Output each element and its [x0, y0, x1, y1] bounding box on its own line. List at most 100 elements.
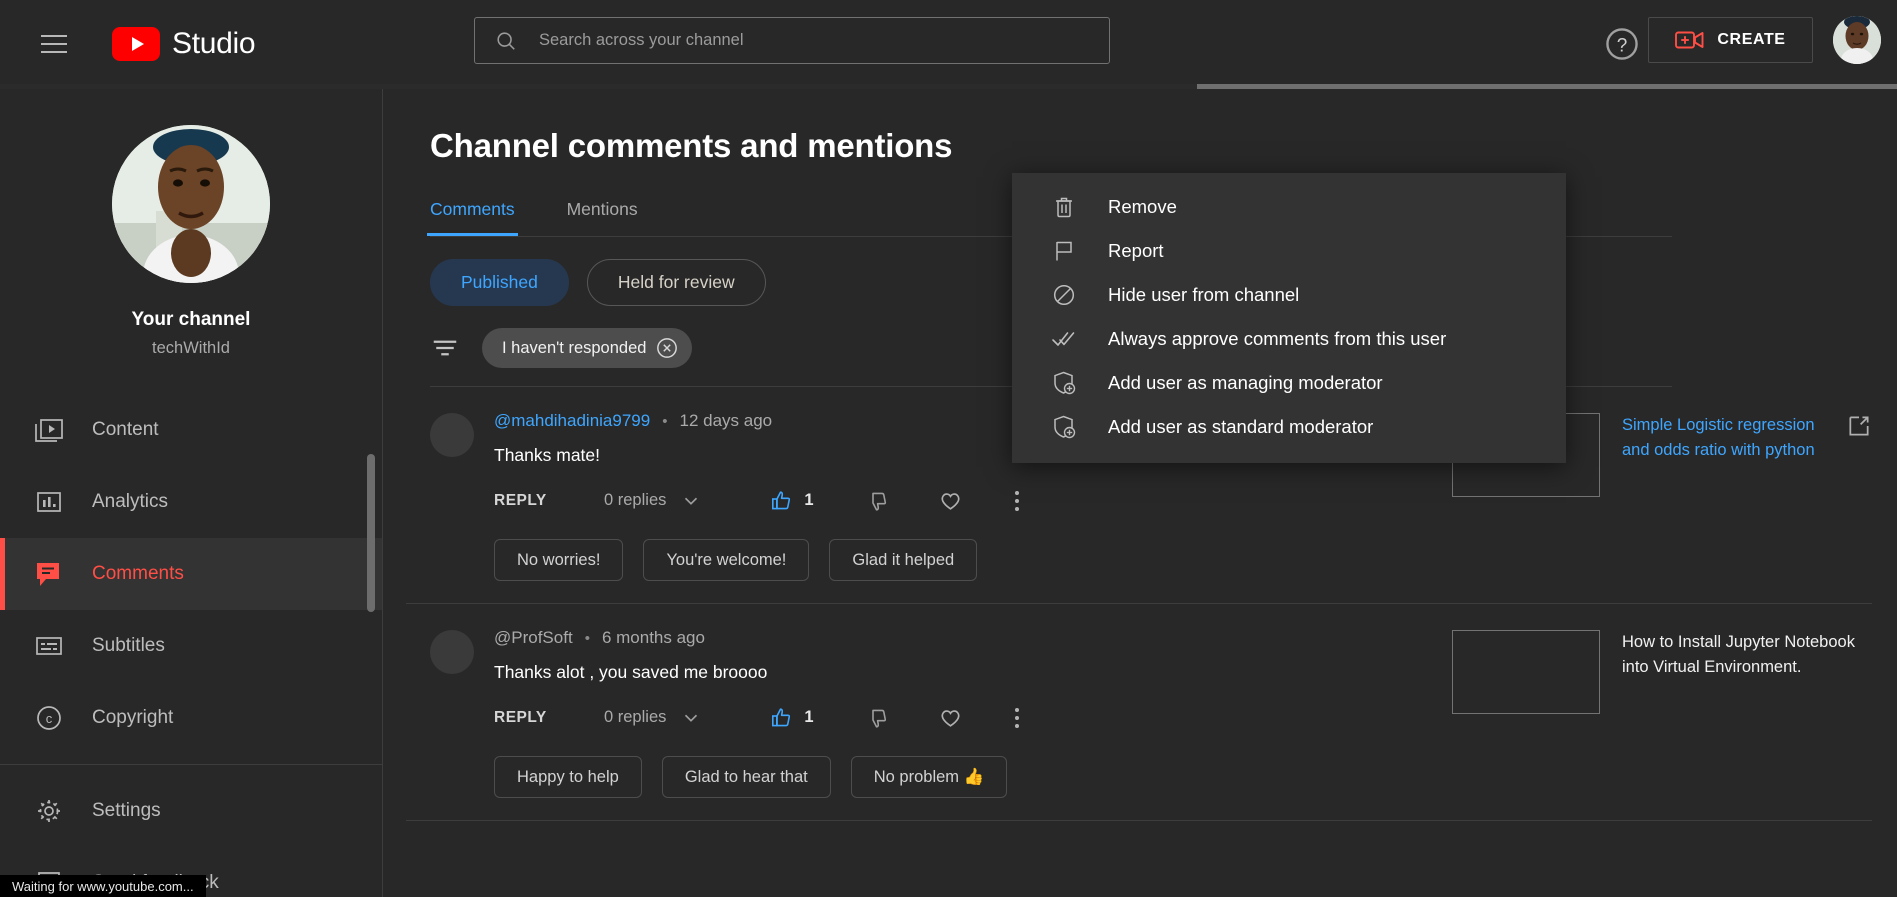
- trash-icon: [1050, 193, 1078, 221]
- thumbs-down-icon[interactable]: [866, 489, 890, 513]
- avatar[interactable]: [1833, 16, 1881, 64]
- sidebar-item-settings[interactable]: Settings: [0, 775, 382, 847]
- thumbs-up-icon: [770, 706, 794, 730]
- sidebar-nav: Content Analytics Comment: [0, 394, 382, 897]
- flag-icon: [1050, 237, 1078, 265]
- youtube-play-icon: [112, 27, 160, 61]
- sidebar-item-copyright[interactable]: c Copyright: [0, 682, 382, 754]
- menu-item-report[interactable]: Report: [1012, 229, 1566, 273]
- avatar-image: [1833, 16, 1881, 64]
- sidebar-item-content[interactable]: Content: [0, 394, 382, 466]
- quick-reply-suggestions: Happy to help Glad to hear that No probl…: [494, 756, 1452, 798]
- quick-reply-suggestions: No worries! You're welcome! Glad it help…: [494, 539, 1452, 581]
- video-title[interactable]: Simple Logistic regression and odds rati…: [1622, 413, 1836, 581]
- hamburger-icon[interactable]: [34, 24, 74, 64]
- menu-item-always-approve-comments[interactable]: Always approve comments from this user: [1012, 317, 1566, 361]
- filter-chip-not-responded[interactable]: I haven't responded: [482, 328, 692, 368]
- sidebar-item-label: Content: [92, 419, 159, 441]
- search-input[interactable]: [539, 31, 1097, 50]
- reply-button[interactable]: REPLY: [494, 709, 604, 727]
- menu-item-label: Add user as standard moderator: [1108, 416, 1373, 438]
- chip-published[interactable]: Published: [430, 259, 569, 306]
- svg-text:?: ?: [1617, 35, 1628, 56]
- commenter-name[interactable]: @mahdihadinia9799: [494, 411, 650, 431]
- open-in-new-icon[interactable]: [1846, 413, 1872, 439]
- sidebar-item-label: Subtitles: [92, 635, 165, 657]
- copyright-icon: c: [28, 697, 70, 739]
- comment-timestamp: 6 months ago: [602, 628, 705, 648]
- reply-button[interactable]: REPLY: [494, 492, 604, 510]
- sidebar-item-label: Copyright: [92, 707, 173, 729]
- replies-count[interactable]: 0 replies: [604, 708, 666, 727]
- studio-logo[interactable]: Studio: [112, 27, 255, 61]
- suggestion-chip[interactable]: Happy to help: [494, 756, 642, 798]
- like-count: 1: [804, 491, 813, 510]
- sidebar-item-label: Settings: [92, 800, 161, 822]
- commenter-avatar[interactable]: [430, 630, 474, 674]
- commenter-avatar[interactable]: [430, 413, 474, 457]
- search-bar[interactable]: [474, 17, 1110, 64]
- replies-count[interactable]: 0 replies: [604, 491, 666, 510]
- page-title: Channel comments and mentions: [430, 127, 1897, 165]
- comments-icon: [28, 553, 70, 595]
- video-title[interactable]: How to Install Jupyter Notebook into Vir…: [1622, 630, 1872, 798]
- menu-item-label: Always approve comments from this user: [1108, 328, 1446, 350]
- shield-plus-icon: [1050, 369, 1078, 397]
- heart-icon[interactable]: [938, 705, 963, 730]
- menu-item-label: Remove: [1108, 196, 1177, 218]
- separator-dot: •: [662, 413, 667, 430]
- comment-text: Thanks alot , you saved me broooo: [494, 662, 1452, 683]
- sidebar-scrollbar[interactable]: [367, 454, 375, 612]
- separator-dot: •: [585, 630, 590, 647]
- shield-plus-icon: [1050, 413, 1078, 441]
- like-button[interactable]: 1: [770, 706, 813, 730]
- menu-item-add-standard-moderator[interactable]: Add user as standard moderator: [1012, 405, 1566, 449]
- menu-item-remove[interactable]: Remove: [1012, 185, 1566, 229]
- video-plus-icon: [1675, 28, 1705, 52]
- menu-item-add-managing-moderator[interactable]: Add user as managing moderator: [1012, 361, 1566, 405]
- chevron-down-icon[interactable]: [680, 707, 702, 729]
- suggestion-chip[interactable]: Glad it helped: [829, 539, 977, 581]
- table-row: @ProfSoft • 6 months ago Thanks alot , y…: [406, 604, 1872, 821]
- video-thumbnail[interactable]: [1452, 630, 1600, 714]
- filter-icon[interactable]: [430, 333, 460, 363]
- tab-mentions[interactable]: Mentions: [567, 199, 638, 236]
- like-button[interactable]: 1: [770, 489, 813, 513]
- comment-body: @ProfSoft • 6 months ago Thanks alot , y…: [494, 628, 1452, 798]
- channel-handle: techWithId: [0, 339, 382, 358]
- commenter-name[interactable]: @ProfSoft: [494, 628, 573, 648]
- channel-avatar-image: [112, 125, 270, 283]
- thumbs-down-icon[interactable]: [866, 706, 890, 730]
- channel-summary: Your channel techWithId: [0, 89, 382, 358]
- chip-held-for-review[interactable]: Held for review: [587, 259, 766, 306]
- search-icon: [495, 30, 517, 52]
- sidebar-item-comments[interactable]: Comments: [0, 538, 382, 610]
- create-button[interactable]: CREATE: [1648, 17, 1813, 63]
- comment-options-menu-button[interactable]: [1015, 708, 1019, 728]
- analytics-icon: [28, 481, 70, 523]
- sidebar: Your channel techWithId Content: [0, 89, 383, 897]
- menu-item-hide-user-from-channel[interactable]: Hide user from channel: [1012, 273, 1566, 317]
- filter-chip-label: I haven't responded: [502, 339, 646, 358]
- comment-header: @ProfSoft • 6 months ago: [494, 628, 1452, 648]
- close-circle-icon[interactable]: [656, 337, 678, 359]
- gear-icon: [28, 790, 70, 832]
- sidebar-item-subtitles[interactable]: Subtitles: [0, 610, 382, 682]
- channel-name: Your channel: [0, 309, 382, 331]
- channel-avatar[interactable]: [112, 125, 270, 283]
- menu-item-label: Hide user from channel: [1108, 284, 1299, 306]
- suggestion-chip[interactable]: Glad to hear that: [662, 756, 831, 798]
- comment-timestamp: 12 days ago: [679, 411, 772, 431]
- help-circle-icon[interactable]: ?: [1603, 25, 1641, 63]
- chevron-down-icon[interactable]: [680, 490, 702, 512]
- sidebar-item-analytics[interactable]: Analytics: [0, 466, 382, 538]
- suggestion-chip[interactable]: No problem 👍: [851, 756, 1007, 798]
- comment-options-menu-button[interactable]: [1015, 491, 1019, 511]
- thumbs-up-icon: [770, 489, 794, 513]
- like-count: 1: [804, 708, 813, 727]
- suggestion-chip[interactable]: You're welcome!: [643, 539, 809, 581]
- brand-label: Studio: [172, 27, 255, 61]
- tab-comments[interactable]: Comments: [430, 199, 515, 236]
- suggestion-chip[interactable]: No worries!: [494, 539, 623, 581]
- heart-icon[interactable]: [938, 488, 963, 513]
